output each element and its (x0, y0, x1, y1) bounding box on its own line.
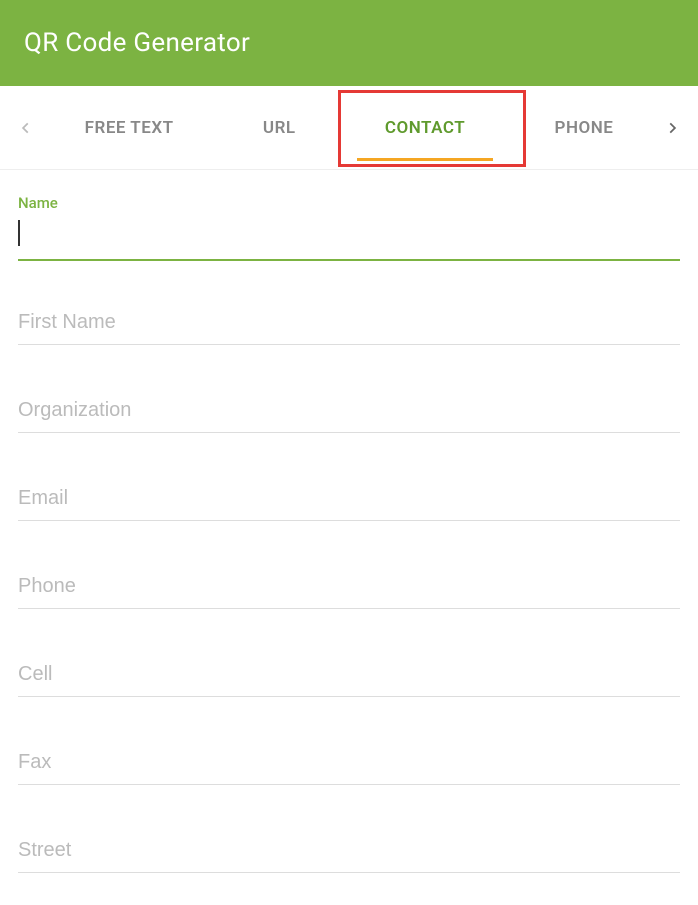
field-name: Name (18, 194, 680, 261)
field-organization (18, 393, 680, 433)
text-cursor (18, 220, 20, 246)
tab-phone[interactable]: PHONE (543, 86, 626, 169)
tabs-bar: FREE TEXT URL CONTACT PHONE (0, 86, 698, 170)
field-fax (18, 745, 680, 785)
field-street (18, 833, 680, 873)
cell-input[interactable] (18, 657, 680, 697)
chevron-right-icon (665, 121, 679, 135)
contact-form: Name (0, 170, 698, 873)
chevron-left-icon (19, 121, 33, 135)
fax-input[interactable] (18, 745, 680, 785)
street-input[interactable] (18, 833, 680, 873)
field-cell (18, 657, 680, 697)
app-container: QR Code Generator FREE TEXT URL CONTACT … (0, 0, 698, 905)
name-label: Name (18, 194, 680, 212)
tab-contact[interactable]: CONTACT (373, 86, 477, 169)
field-email (18, 481, 680, 521)
name-input[interactable] (18, 220, 680, 261)
app-header: QR Code Generator (0, 0, 698, 86)
tab-scroll-right[interactable] (658, 114, 686, 142)
tab-scroll-left[interactable] (12, 114, 40, 142)
phone-input[interactable] (18, 569, 680, 609)
organization-input[interactable] (18, 393, 680, 433)
email-input[interactable] (18, 481, 680, 521)
tab-free-text[interactable]: FREE TEXT (73, 86, 186, 169)
tabs-list: FREE TEXT URL CONTACT PHONE (40, 86, 658, 169)
field-phone (18, 569, 680, 609)
page-title: QR Code Generator (24, 28, 674, 58)
field-first-name (18, 305, 680, 345)
first-name-input[interactable] (18, 305, 680, 345)
tab-url[interactable]: URL (251, 86, 308, 169)
